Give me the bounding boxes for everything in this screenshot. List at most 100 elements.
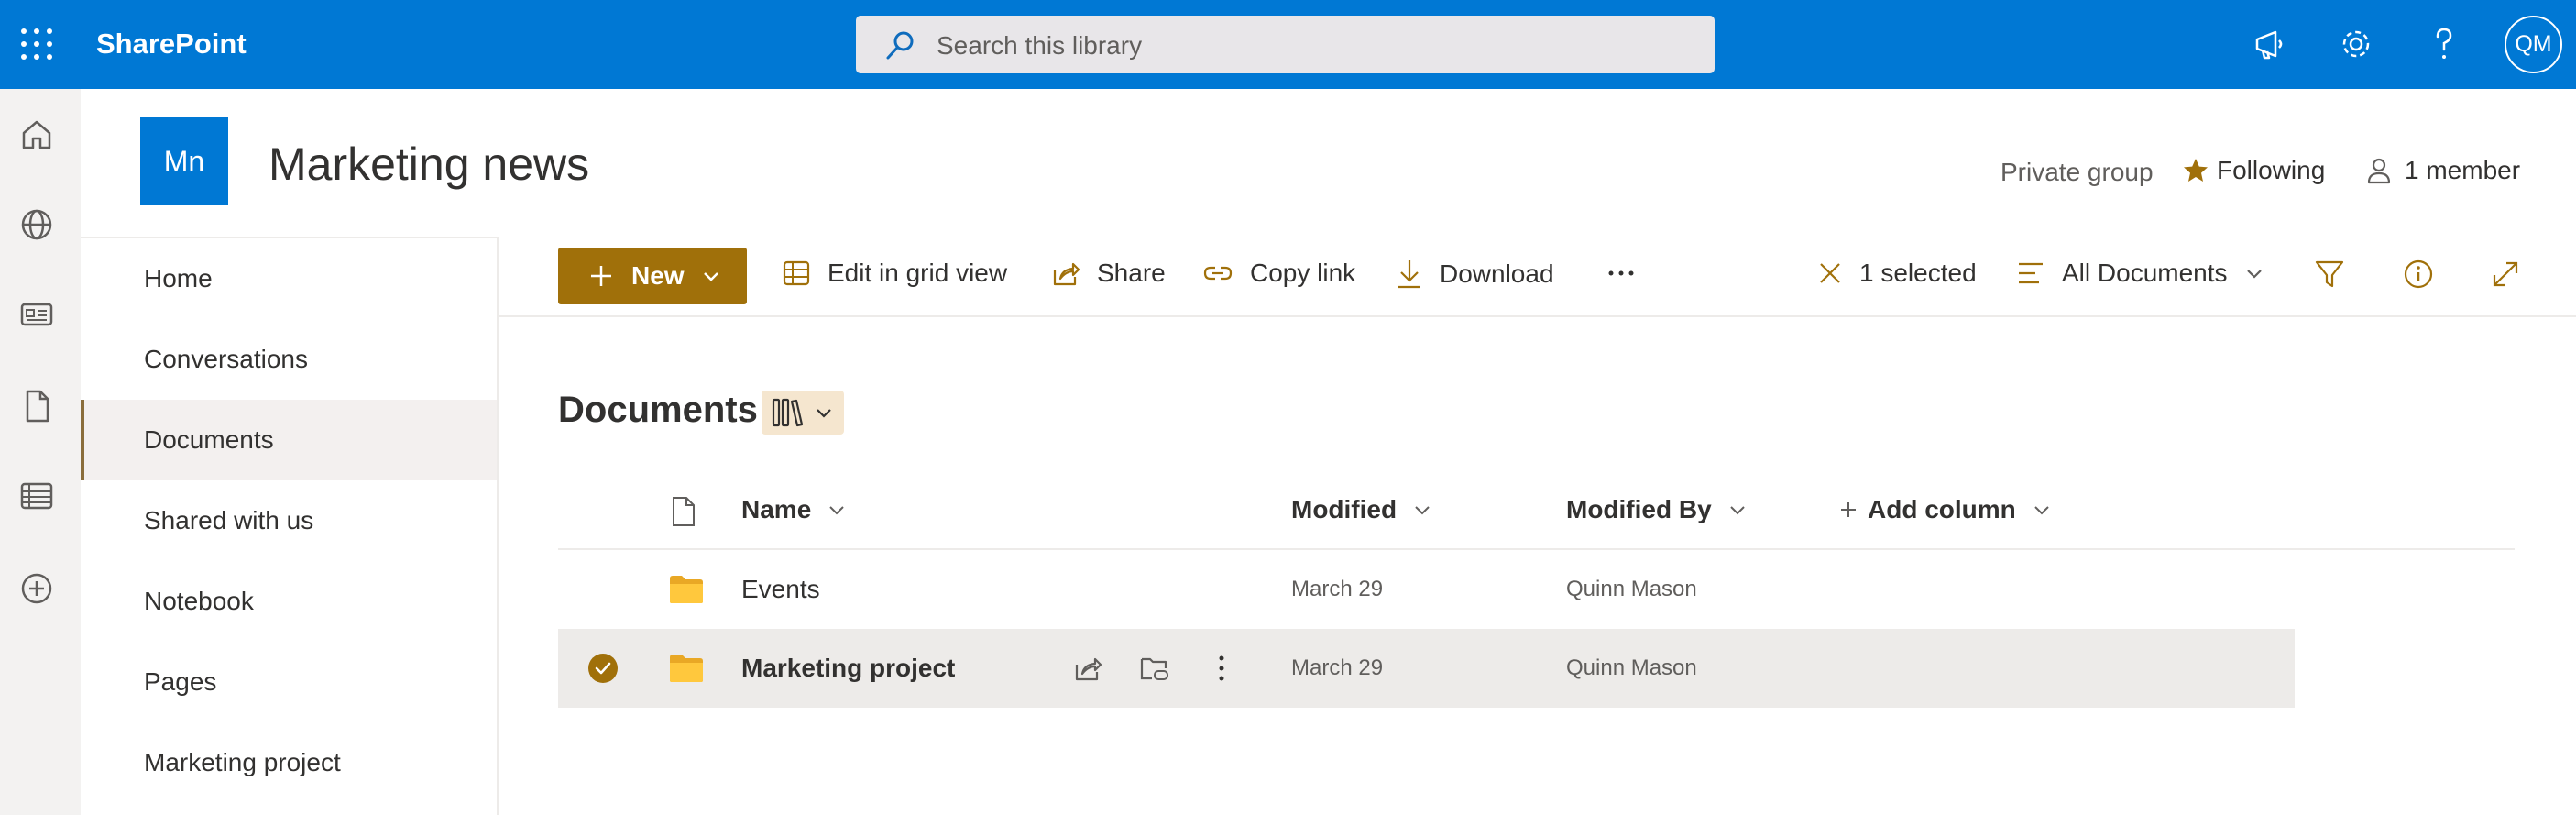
share-label: Share [1097, 259, 1166, 287]
chevron-down-icon [829, 506, 844, 515]
search-placeholder: Search this library [937, 31, 1143, 60]
chevron-down-icon [1729, 506, 1745, 515]
star-icon [2184, 159, 2208, 182]
globe-icon[interactable] [18, 206, 55, 243]
item-modified: March 29 [1291, 655, 1384, 680]
new-label: New [631, 261, 685, 290]
column-modified-label: Modified [1291, 495, 1398, 523]
share-icon [1075, 657, 1102, 681]
nav-item-documents[interactable]: Documents [81, 400, 497, 480]
item-modified-by[interactable]: Quinn Mason [1566, 629, 1697, 708]
app-launcher-icon[interactable] [18, 26, 55, 62]
expand-icon [2493, 261, 2518, 287]
app-bar [0, 89, 81, 815]
filter-button[interactable] [2314, 259, 2345, 290]
grid-icon [783, 260, 810, 286]
column-header-modified-by[interactable]: Modified By [1566, 495, 1747, 524]
privacy-label: Private group [2001, 158, 2154, 186]
info-icon [2404, 259, 2433, 289]
user-avatar[interactable]: QM [2505, 16, 2562, 73]
row-share-button[interactable] [1073, 629, 1102, 708]
following-button[interactable]: Following [2182, 156, 2325, 185]
row-checkbox[interactable] [587, 629, 619, 708]
download-icon [1398, 260, 1420, 289]
column-header-modified[interactable]: Modified [1291, 495, 1431, 524]
edit-grid-label: Edit in grid view [828, 259, 1008, 287]
members-label: 1 member [2405, 156, 2521, 184]
site-navigation: Home Conversations Documents Shared with… [81, 237, 499, 815]
download-button[interactable]: Download [1396, 259, 1554, 290]
new-button[interactable]: New [558, 248, 747, 304]
copy-link-label: Copy link [1250, 259, 1356, 287]
nav-item-home[interactable]: Home [81, 238, 497, 319]
filter-icon [2315, 260, 2344, 288]
nav-item-marketing-project[interactable]: Marketing project [81, 722, 497, 803]
add-column-button[interactable]: Add column [1840, 495, 2051, 524]
clear-selection-button[interactable]: 1 selected [1817, 259, 1977, 288]
chevron-down-icon [2246, 270, 2262, 279]
app-brand[interactable]: SharePoint [96, 28, 247, 61]
item-name-link[interactable]: Marketing project [741, 629, 955, 708]
search-box[interactable]: Search this library [856, 16, 1715, 73]
row-more-button[interactable] [1214, 629, 1229, 708]
suite-bar: SharePoint Search this library QM [0, 0, 2576, 89]
folder-icon [668, 550, 705, 629]
share-button[interactable]: Share [1051, 259, 1166, 288]
help-icon[interactable] [2424, 24, 2464, 64]
item-modified-by[interactable]: Quinn Mason [1566, 550, 1697, 629]
nav-item-shared-with-us[interactable]: Shared with us [81, 480, 497, 561]
more-horizontal-icon [1608, 270, 1634, 276]
column-header-name[interactable]: Name [741, 495, 846, 524]
nav-item-pages[interactable]: Pages [81, 642, 497, 722]
site-logo[interactable]: Mn [140, 117, 228, 205]
view-switcher[interactable]: All Documents [2016, 259, 2281, 288]
item-name-link[interactable]: Events [741, 550, 820, 629]
copy-link-button[interactable]: Copy link [1202, 259, 1355, 288]
nav-item-conversations[interactable]: Conversations [81, 319, 497, 400]
gear-icon[interactable] [2336, 24, 2376, 64]
plus-icon [1841, 502, 1856, 517]
file-type-icon [673, 497, 695, 526]
download-label: Download [1440, 259, 1554, 288]
close-icon [1820, 263, 1840, 283]
chevron-down-icon [2034, 506, 2049, 515]
table-row[interactable]: Marketing project March 29 Quinn Mason [558, 629, 2295, 708]
more-commands-button[interactable] [1606, 259, 1636, 288]
more-vertical-icon [1219, 655, 1224, 681]
chevron-down-icon [817, 409, 831, 418]
expand-button[interactable] [2490, 259, 2521, 290]
following-label: Following [2217, 156, 2326, 184]
table-row[interactable]: Events March 29 Quinn Mason [558, 550, 2295, 629]
column-modified-by-label: Modified By [1566, 495, 1712, 523]
share-icon [1053, 262, 1080, 286]
library-view-button[interactable] [762, 391, 844, 435]
view-list-icon [2019, 262, 2043, 284]
item-modified: March 29 [1291, 577, 1384, 601]
nav-item-notebook[interactable]: Notebook [81, 561, 497, 642]
row-copy-link-button[interactable] [1139, 629, 1170, 708]
selected-count: 1 selected [1859, 259, 1977, 287]
info-button[interactable] [2403, 259, 2434, 290]
plus-icon [591, 266, 611, 286]
members-button[interactable]: 1 member [2364, 156, 2520, 185]
news-icon[interactable] [18, 296, 55, 333]
edit-grid-button[interactable]: Edit in grid view [782, 259, 1007, 288]
chevron-down-icon [1415, 506, 1430, 515]
create-icon[interactable] [18, 570, 55, 607]
megaphone-icon[interactable] [2250, 24, 2290, 64]
home-icon[interactable] [18, 116, 55, 153]
search-icon [886, 31, 914, 60]
column-name-label: Name [741, 495, 812, 523]
site-title[interactable]: Marketing news [269, 138, 589, 191]
person-icon [2367, 158, 2391, 184]
link-icon [1203, 266, 1233, 281]
chevron-down-icon [703, 272, 718, 281]
folder-icon [668, 629, 705, 708]
folder-link-icon [1140, 657, 1168, 680]
library-icon [772, 398, 804, 427]
view-label: All Documents [2062, 259, 2228, 287]
file-icon[interactable] [18, 388, 55, 424]
checkmark-circle-icon [588, 654, 618, 683]
lists-icon[interactable] [18, 478, 55, 514]
library-title: Documents [558, 390, 758, 430]
